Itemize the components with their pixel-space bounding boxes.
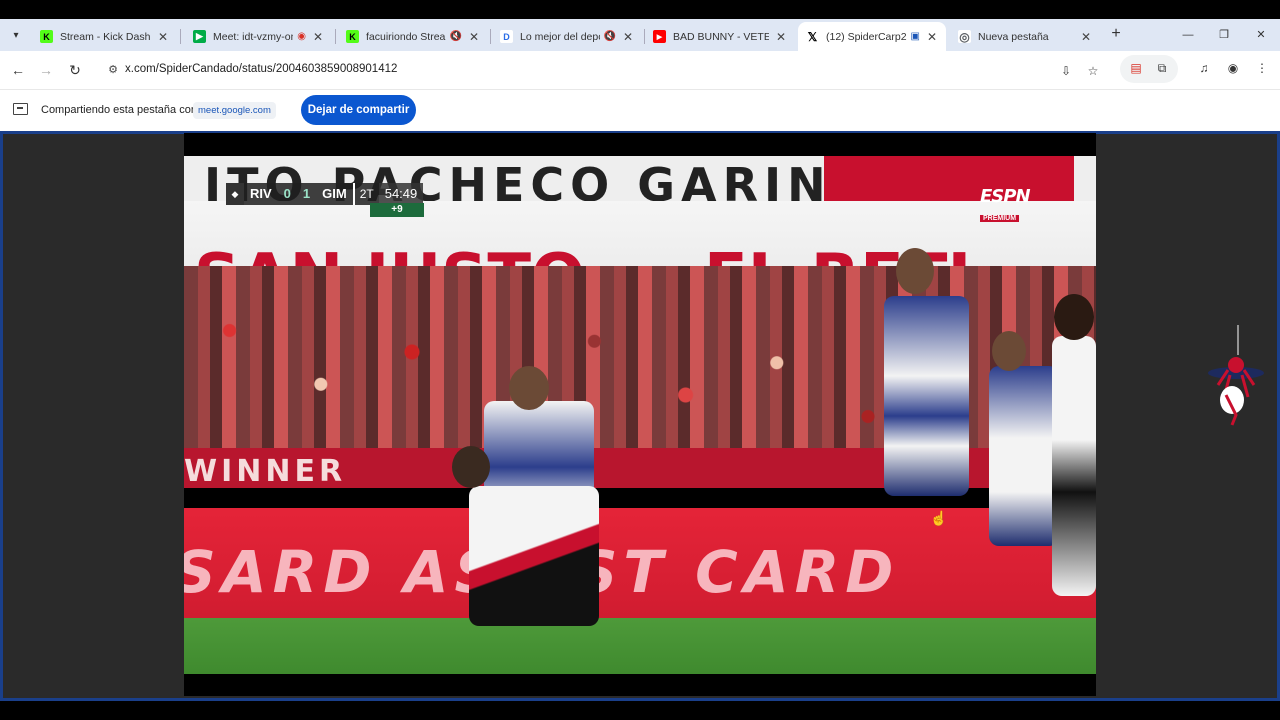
player-gimnasia-30	[989, 366, 1059, 546]
tab-spidercarp[interactable]: 𝕏 (12) SpiderCarp23 ▣ ✕	[798, 22, 946, 51]
forward-icon[interactable]: →	[35, 59, 57, 81]
broadcaster-logo: ESPN PREMIUM	[980, 186, 1050, 222]
tab-title: Nueva pestaña	[978, 30, 1049, 43]
install-app-icon[interactable]: ⇩	[1057, 62, 1075, 80]
x-icon: 𝕏	[806, 29, 819, 44]
player-river-right	[1052, 336, 1096, 596]
d-icon: D	[500, 30, 513, 43]
advertising-board-lower: SARD ASSIST CARD	[184, 508, 1096, 620]
youtube-icon: ▶	[653, 30, 666, 43]
video-frame: ITO PACHECO GARIN SAN JUSTO EL RETI WINN…	[184, 156, 1096, 674]
profile-icon[interactable]: ◉	[1222, 57, 1244, 79]
player-head	[509, 366, 549, 410]
espn-logo: ESPN	[980, 186, 1031, 207]
tab-strip: ▾ K Stream - Kick Dashboa ✕ ▶ Meet: idt-…	[0, 19, 1280, 51]
back-icon[interactable]: ←	[7, 59, 29, 81]
menu-icon[interactable]: ⋮	[1251, 57, 1273, 79]
tab-title: BAD BUNNY - VETE | Y	[673, 30, 769, 43]
sharing-infobar: Compartiendo esta pestaña con meet.googl…	[0, 89, 1280, 131]
sharing-text: Compartiendo esta pestaña con	[41, 104, 197, 116]
pitch	[184, 618, 1096, 674]
tab-close-icon[interactable]: ✕	[157, 30, 169, 44]
league-crest-icon: ◆	[226, 183, 244, 205]
tab-close-icon[interactable]: ✕	[775, 30, 787, 44]
tab-title: Stream - Kick Dashboa	[60, 30, 151, 43]
player-head	[452, 446, 490, 488]
recording-icon: ◉	[297, 31, 306, 42]
player-head	[1054, 294, 1094, 340]
extension-icon[interactable]: ▤	[1125, 57, 1147, 79]
tab-close-icon[interactable]: ✕	[312, 30, 324, 44]
mouse-cursor-icon: ☝	[930, 510, 948, 526]
globe-icon: ◎	[958, 29, 971, 44]
away-team: GIM	[316, 183, 353, 205]
screen-bottom-bar	[0, 701, 1280, 720]
kick-icon: K	[346, 30, 359, 43]
tab-kick-dashboard[interactable]: K Stream - Kick Dashboa ✕	[32, 22, 177, 51]
tab-meet[interactable]: ▶ Meet: idt-vzmy-on ◉ ✕	[185, 22, 332, 51]
window-close-icon[interactable]: ✕	[1251, 25, 1271, 45]
bookmark-star-icon[interactable]: ☆	[1084, 62, 1102, 80]
reload-icon[interactable]: ↻	[64, 59, 86, 81]
match-clock: 54:49	[378, 183, 424, 205]
tab-nueva-pestana[interactable]: ◎ Nueva pestaña ✕	[950, 22, 1100, 51]
new-tab-icon[interactable]: +	[1107, 25, 1125, 43]
home-team: RIV	[244, 183, 278, 205]
tab-close-icon[interactable]: ✕	[468, 30, 480, 44]
browser-window: ▾ K Stream - Kick Dashboa ✕ ▶ Meet: idt-…	[0, 19, 1280, 131]
sharing-target[interactable]: meet.google.com	[193, 102, 276, 119]
screen-top-bar	[0, 0, 1280, 19]
tab-close-icon[interactable]: ✕	[926, 30, 938, 44]
video-player[interactable]: ITO PACHECO GARIN SAN JUSTO EL RETI WINN…	[184, 133, 1096, 696]
minimize-icon[interactable]: —	[1178, 25, 1198, 45]
added-time: +9	[370, 203, 424, 217]
puzzle-icon[interactable]: ⧉	[1151, 57, 1173, 79]
player-head	[896, 248, 934, 294]
tab-facuiriondo-stream[interactable]: K facuiriondo Stream 🔇 ✕	[338, 22, 488, 51]
scorebug: ◆ RIV 0 1 GIM 2T 54:49	[226, 183, 424, 205]
restore-icon[interactable]: ❐	[1214, 25, 1234, 45]
away-score: 1	[296, 183, 317, 205]
tab-close-icon[interactable]: ✕	[622, 30, 634, 44]
kick-icon: K	[40, 30, 53, 43]
tab-title: Lo mejor del depo	[520, 30, 600, 43]
tab-close-icon[interactable]: ✕	[1080, 30, 1092, 44]
url-text[interactable]: x.com/SpiderCandado/status/2004603859008…	[125, 63, 397, 75]
address-bar[interactable]: ⚙ x.com/SpiderCandado/status/20046038590…	[97, 55, 1109, 85]
espn-premium-label: PREMIUM	[980, 215, 1020, 222]
stop-sharing-button[interactable]: Dejar de compartir	[301, 95, 416, 125]
player-river-28	[469, 486, 599, 626]
tab-lo-mejor[interactable]: D Lo mejor del depo 🔇 ✕	[492, 22, 642, 51]
muted-icon[interactable]: 🔇	[604, 31, 616, 42]
screen-share-icon	[13, 103, 28, 115]
meet-icon: ▶	[193, 30, 206, 43]
home-score: 0	[277, 183, 297, 205]
tab-bad-bunny[interactable]: ▶ BAD BUNNY - VETE | Y ✕	[645, 22, 795, 51]
player-head	[992, 331, 1026, 371]
player-gimnasia-4	[884, 296, 969, 496]
media-controls-icon[interactable]: ♫	[1193, 57, 1215, 79]
tab-separator	[335, 29, 336, 44]
match-period: 2T	[352, 183, 379, 205]
tab-title: (12) SpiderCarp23	[826, 30, 907, 43]
tab-separator	[490, 29, 491, 44]
muted-icon[interactable]: 🔇	[450, 31, 462, 42]
tab-title: Meet: idt-vzmy-on	[213, 30, 294, 43]
site-info-icon[interactable]: ⚙	[105, 62, 121, 78]
tab-search-dropdown-icon[interactable]: ▾	[6, 25, 26, 45]
tab-separator	[180, 29, 181, 44]
tab-title: facuiriondo Stream	[366, 30, 446, 43]
cast-icon: ▣	[910, 31, 920, 42]
spider-mascot-icon	[1208, 325, 1264, 426]
toolbar: ← → ↻ ⚙ x.com/SpiderCandado/status/20046…	[0, 51, 1280, 89]
board-upper-text: WINNER	[184, 454, 347, 489]
